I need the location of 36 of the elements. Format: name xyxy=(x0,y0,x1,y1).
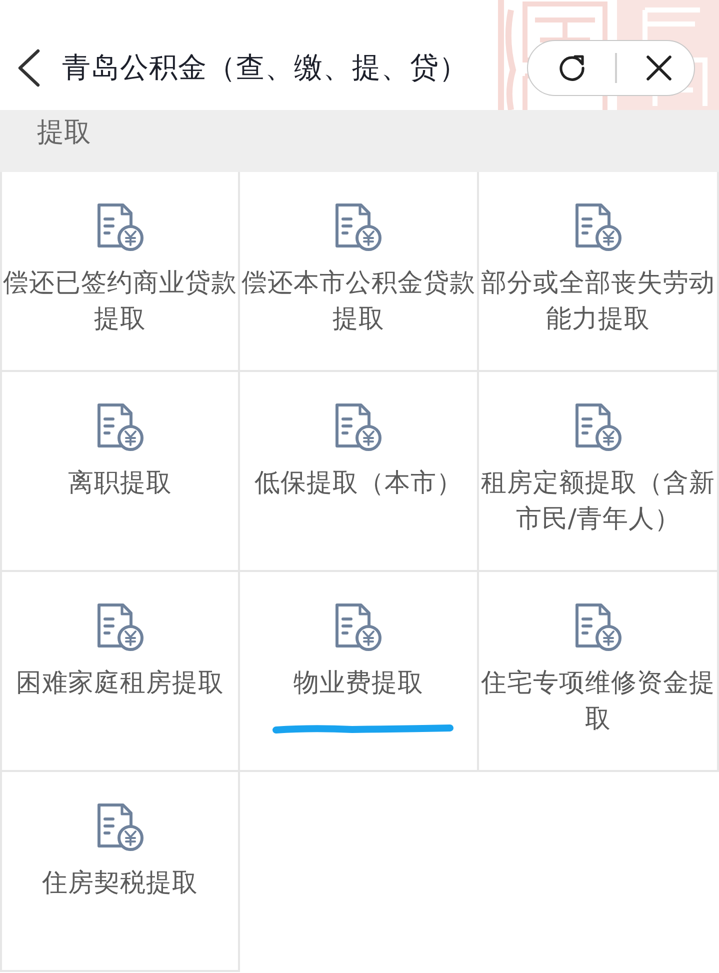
option-label: 偿还本市公积金贷款提取 xyxy=(240,267,476,336)
document-yen-icon xyxy=(574,202,622,252)
withdrawal-option[interactable]: 偿还本市公积金贷款提取 xyxy=(240,172,480,372)
option-label: 住房契税提取 xyxy=(40,867,199,900)
option-label: 低保提取（本市） xyxy=(253,467,464,500)
withdrawal-option[interactable]: 住房契税提取 xyxy=(0,772,240,972)
document-yen-icon xyxy=(334,202,382,252)
option-label: 困难家庭租房提取 xyxy=(14,667,225,700)
withdrawal-option[interactable]: 住宅专项维修资金提取 xyxy=(479,572,719,772)
close-icon xyxy=(646,55,672,81)
chevron-left-icon xyxy=(17,49,41,87)
back-button[interactable] xyxy=(17,49,41,87)
option-label: 住宅专项维修资金提取 xyxy=(480,667,716,736)
document-yen-icon xyxy=(96,402,144,452)
withdrawal-option[interactable]: 离职提取 xyxy=(0,372,240,572)
document-yen-icon xyxy=(574,402,622,452)
document-yen-icon xyxy=(96,202,144,252)
withdrawal-option[interactable]: 困难家庭租房提取 xyxy=(0,572,240,772)
withdrawal-option[interactable]: 物业费提取 xyxy=(240,572,480,772)
document-yen-icon xyxy=(96,602,144,652)
withdrawal-option[interactable]: 偿还已签约商业贷款提取 xyxy=(0,172,240,372)
document-yen-icon xyxy=(334,402,382,452)
section-title: 提取 xyxy=(37,117,91,148)
option-label: 租房定额提取（含新市民/青年人） xyxy=(480,467,716,536)
refresh-icon xyxy=(558,54,586,82)
document-yen-icon xyxy=(96,802,144,852)
withdrawal-option[interactable]: 部分或全部丧失劳动能力提取 xyxy=(479,172,719,372)
withdrawal-option[interactable]: 租房定额提取（含新市民/青年人） xyxy=(479,372,719,572)
document-yen-icon xyxy=(574,602,622,652)
page-title: 青岛公积金（查、缴、提、贷） xyxy=(62,50,468,86)
withdrawal-option[interactable]: 低保提取（本市） xyxy=(240,372,480,572)
option-label: 偿还已签约商业贷款提取 xyxy=(2,267,238,336)
option-label: 离职提取 xyxy=(66,467,173,500)
document-yen-icon xyxy=(334,602,382,652)
option-label: 部分或全部丧失劳动能力提取 xyxy=(480,267,716,336)
option-label: 物业费提取 xyxy=(292,667,424,700)
